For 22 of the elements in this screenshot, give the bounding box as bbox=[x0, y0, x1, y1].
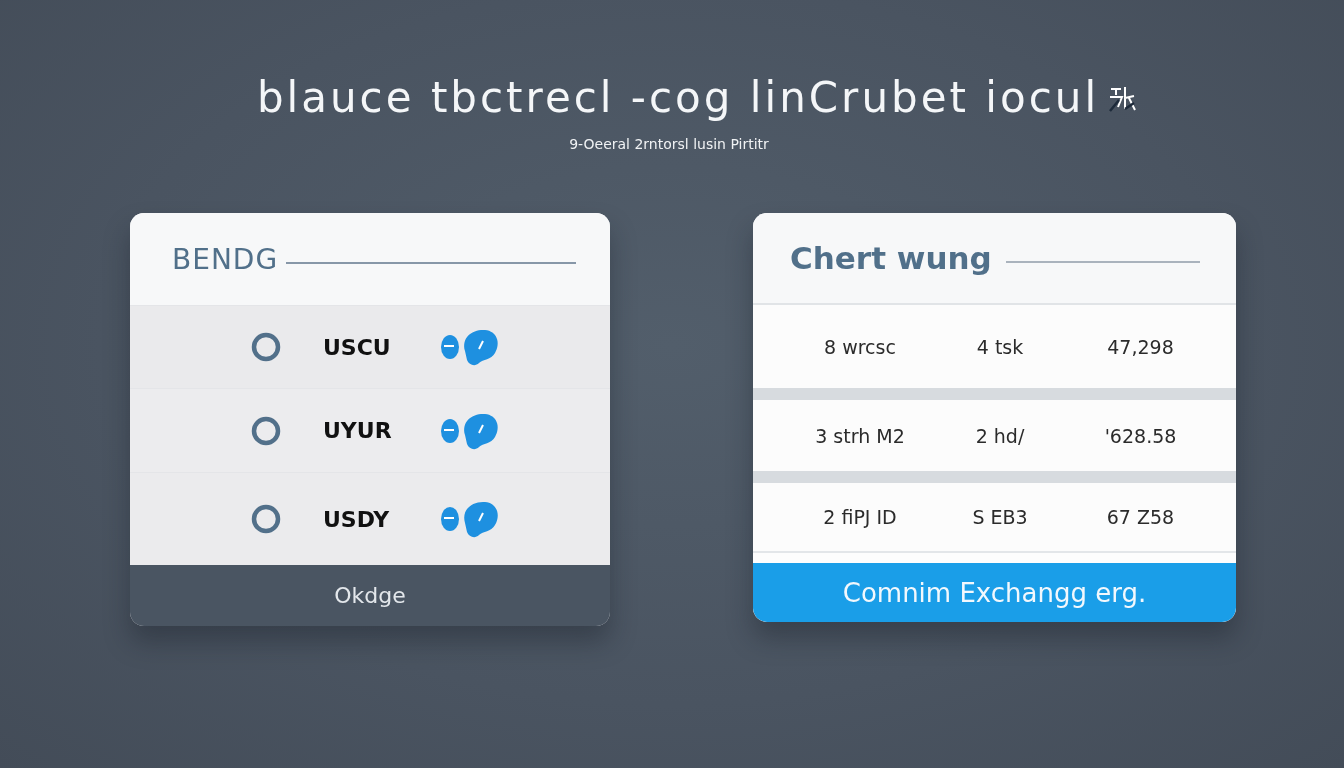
blob-pair-icon bbox=[439, 327, 501, 367]
table-cell: '628.58 bbox=[1104, 424, 1177, 447]
page-subtitle: 9-Oeeral 2rntorsl lusin Pirtitr bbox=[569, 136, 769, 152]
confirm-button[interactable]: Okdge bbox=[130, 565, 610, 626]
table-cell: 67 Z58 bbox=[1106, 506, 1175, 528]
page-title: blauce tbctrecl -cog linCrubet iocul bbox=[256, 74, 1100, 122]
table-cell: 2 hd/ bbox=[975, 424, 1025, 447]
card-heading: BENDG bbox=[172, 242, 279, 276]
table-cell: 4 tsk bbox=[976, 335, 1024, 358]
blob-pair-icon bbox=[439, 499, 501, 539]
currency-code: USDY bbox=[323, 506, 391, 532]
card-heading: Chert wung bbox=[790, 240, 992, 276]
table-cell: S EB3 bbox=[972, 506, 1028, 528]
table-cell: 47,298 bbox=[1107, 335, 1174, 358]
ring-icon bbox=[250, 331, 282, 363]
table-cell: 3 strh M2 bbox=[815, 424, 905, 447]
currency-code: UYUR bbox=[323, 418, 393, 443]
table-cell: 2 fiPJ ID bbox=[823, 506, 897, 528]
currency-code: USCU bbox=[323, 334, 392, 360]
ring-icon bbox=[250, 414, 282, 447]
table-cell: 8 wrcsc bbox=[824, 335, 896, 358]
ring-icon bbox=[250, 503, 282, 535]
